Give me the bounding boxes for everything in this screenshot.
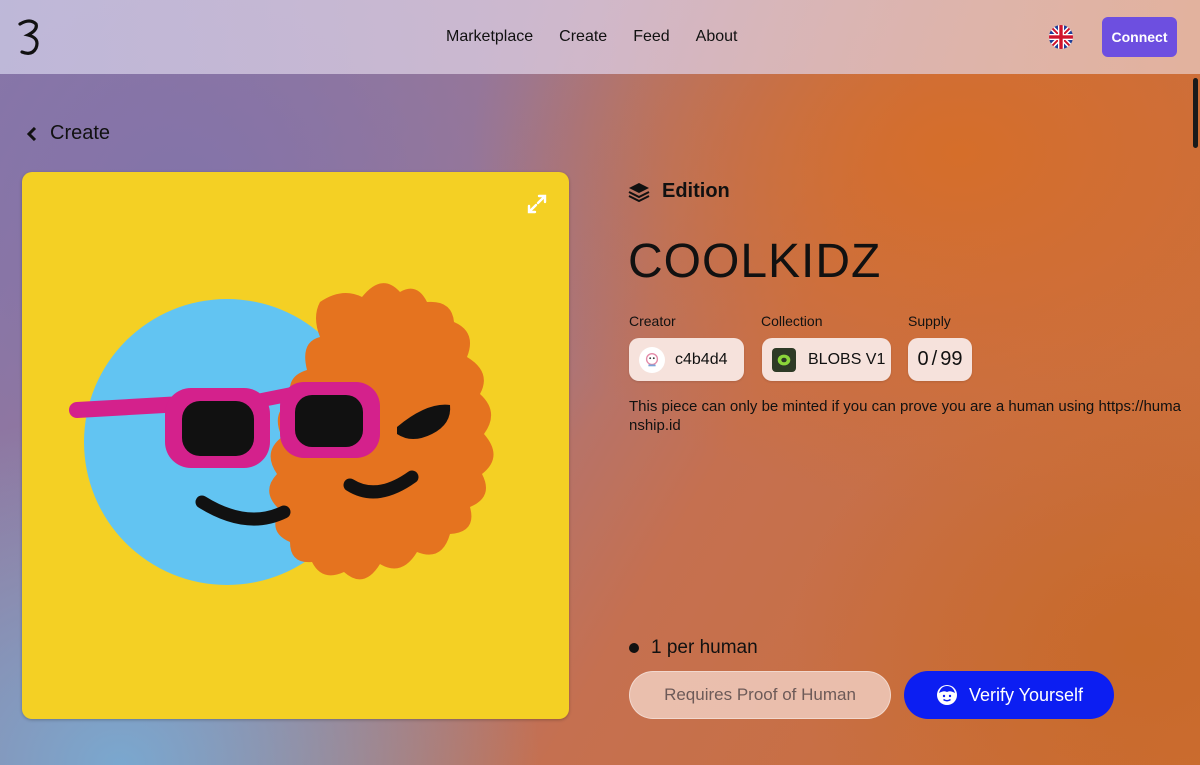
requires-proof-button[interactable]: Requires Proof of Human [629,671,891,719]
expand-icon[interactable] [525,192,549,216]
collection-label: Collection [761,313,823,329]
verify-yourself-button[interactable]: Verify Yourself [904,671,1114,719]
supply-separator: / [931,348,938,370]
description: This piece can only be minted if you can… [629,398,1181,434]
mint-limit: 1 per human [629,637,758,659]
uk-flag-icon[interactable] [1049,25,1073,49]
creator-name: c4b4d4 [675,350,728,368]
bullet-dot [629,643,639,653]
logo-icon[interactable] [16,18,42,58]
top-nav-bar: Marketplace Create Feed About Connect [0,0,1200,74]
creator-chip[interactable]: c4b4d4 [629,338,744,381]
chevron-left-icon [26,126,37,141]
layers-icon [628,182,650,202]
supply-chip: 0 / 99 [908,338,972,381]
collection-icon [772,347,796,372]
collection-chip[interactable]: BLOBS V1 [762,338,891,381]
edition-label: Edition [662,180,730,202]
nav-create[interactable]: Create [559,28,607,46]
page-title: COOLKIDZ [628,235,882,288]
edition-type: Edition [628,180,730,203]
back-label: Create [50,122,111,144]
creator-label: Creator [629,313,676,329]
verify-label: Verify Yourself [968,684,1084,705]
scrollbar[interactable] [1193,78,1198,148]
avatar [639,346,665,373]
connect-button[interactable]: Connect [1102,17,1177,57]
supply-label: Supply [908,313,951,329]
supply-total: 99 [940,348,963,370]
nav-about[interactable]: About [696,28,738,46]
artwork-image[interactable] [22,172,569,719]
back-link[interactable]: Create [26,122,110,145]
nav-marketplace[interactable]: Marketplace [446,28,533,46]
smiley-face-icon [936,685,957,705]
limit-text: 1 per human [651,637,758,658]
nav-feed[interactable]: Feed [633,28,669,46]
collection-name: BLOBS V1 [808,350,886,368]
artwork-illustration [69,283,494,585]
main-nav: Marketplace Create Feed About [446,28,737,46]
supply-minted: 0 [917,348,929,370]
